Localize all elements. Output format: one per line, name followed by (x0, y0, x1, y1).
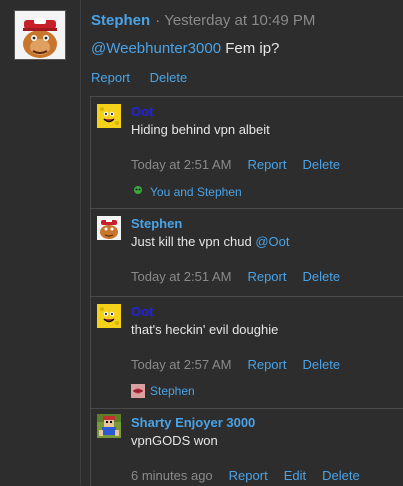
post-text: Fem ip? (225, 40, 280, 57)
report-button[interactable]: Report (247, 269, 286, 284)
reply-author[interactable]: Stephen (131, 216, 182, 231)
post-author[interactable]: Stephen (91, 12, 150, 29)
cartoon-ape-avatar-icon[interactable] (14, 10, 66, 60)
reply-text: that's heckin' evil doughie (131, 322, 279, 337)
reaction-summary[interactable]: Stephen (131, 384, 195, 398)
reply-actions: Today at 2:51 AM Report Delete (131, 269, 356, 284)
post-actions: Report Delete (91, 70, 203, 85)
reply-timestamp[interactable]: 6 minutes ago (131, 468, 213, 483)
delete-button[interactable]: Delete (302, 269, 340, 284)
edit-button[interactable]: Edit (284, 468, 306, 483)
yellow-cheese-face-avatar-icon[interactable] (97, 104, 121, 128)
post-header: Stephen · Yesterday at 10:49 PM (91, 12, 315, 29)
reply-actions: Today at 2:57 AM Report Delete (131, 357, 356, 372)
reply-item: Oot that's heckin' evil doughie Today at… (90, 296, 403, 409)
reply-actions: 6 minutes ago Report Edit Delete (131, 468, 376, 483)
reply-actions: Today at 2:51 AM Report Delete (131, 157, 356, 172)
thread-divider (80, 0, 81, 485)
reaction-users[interactable]: Stephen (150, 384, 195, 398)
delete-button[interactable]: Delete (150, 70, 188, 85)
reply-author[interactable]: Sharty Enjoyer 3000 (131, 415, 255, 430)
lips-icon (131, 384, 145, 398)
report-button[interactable]: Report (247, 157, 286, 172)
report-button[interactable]: Report (229, 468, 268, 483)
green-goblin-icon (131, 185, 145, 199)
post-body: @Weebhunter3000 Fem ip? (91, 40, 279, 57)
reply-author[interactable]: Oot (131, 304, 153, 319)
reaction-summary[interactable]: You and Stephen (131, 185, 242, 199)
delete-button[interactable]: Delete (322, 468, 360, 483)
user-mention[interactable]: @Oot (255, 234, 289, 249)
reply-item: Oot Hiding behind vpn albeit Today at 2:… (90, 96, 403, 209)
report-button[interactable]: Report (247, 357, 286, 372)
reply-item: Sharty Enjoyer 3000 vpnGODS won 6 minute… (90, 408, 403, 486)
reply-timestamp[interactable]: Today at 2:57 AM (131, 357, 231, 372)
user-mention[interactable]: @Weebhunter3000 (91, 40, 221, 57)
reply-body: Just kill the vpn chud @Oot (131, 234, 289, 249)
yellow-cheese-face-avatar-icon[interactable] (97, 304, 121, 328)
reply-text: Hiding behind vpn albeit (131, 122, 270, 137)
cartoon-ape-avatar-icon[interactable] (97, 216, 121, 240)
reaction-users[interactable]: You and Stephen (150, 185, 242, 199)
report-button[interactable]: Report (91, 70, 130, 85)
reply-text: vpnGODS won (131, 433, 218, 448)
delete-button[interactable]: Delete (302, 157, 340, 172)
reply-timestamp[interactable]: Today at 2:51 AM (131, 269, 231, 284)
reply-text: Just kill the vpn chud (131, 234, 252, 249)
reply-timestamp[interactable]: Today at 2:51 AM (131, 157, 231, 172)
header-separator: · (155, 12, 161, 29)
delete-button[interactable]: Delete (302, 357, 340, 372)
pixel-character-avatar-icon[interactable] (97, 414, 121, 438)
reply-item: Stephen Just kill the vpn chud @Oot Toda… (90, 208, 403, 297)
post-timestamp[interactable]: Yesterday at 10:49 PM (164, 12, 315, 29)
reply-author[interactable]: Oot (131, 104, 153, 119)
